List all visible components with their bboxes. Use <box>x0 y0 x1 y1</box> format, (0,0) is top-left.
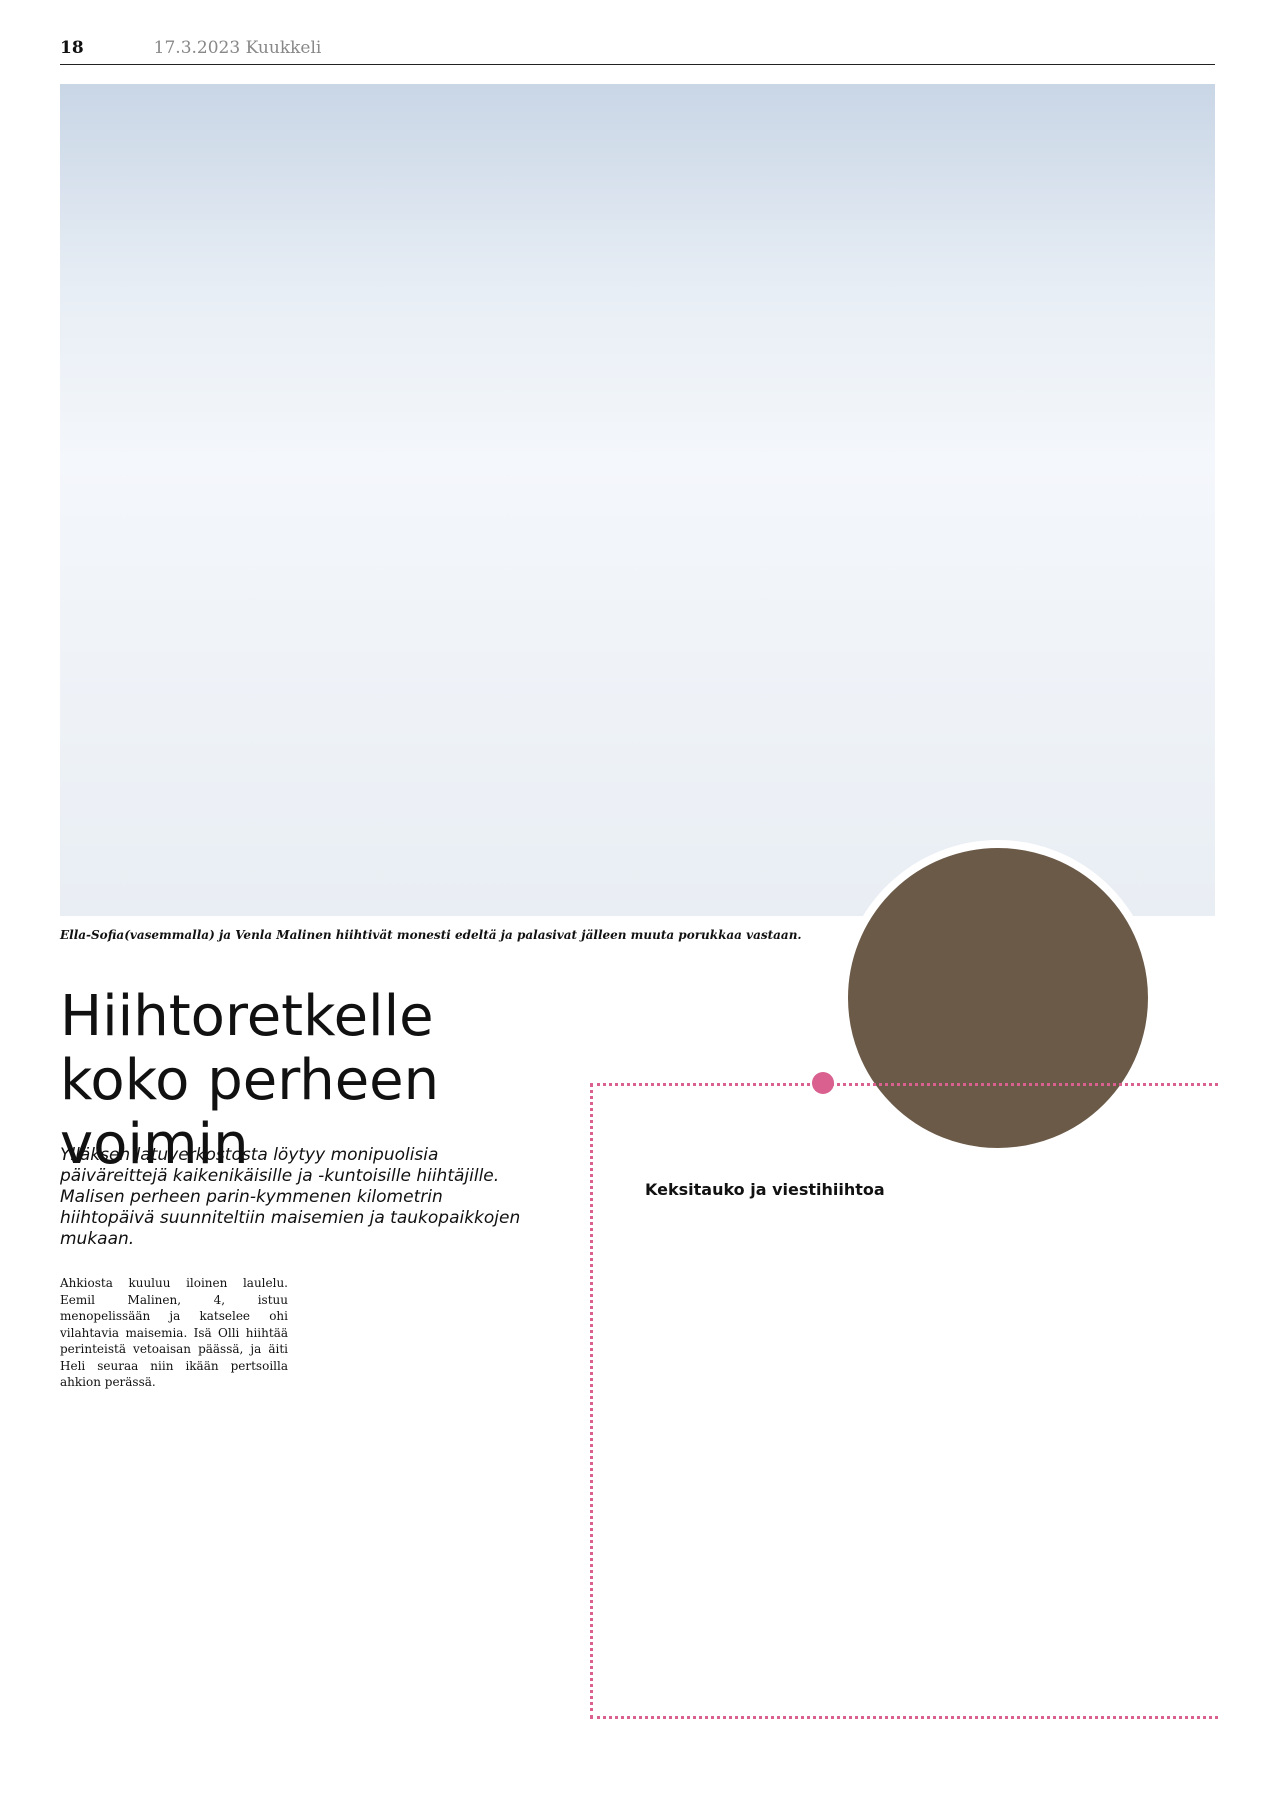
page-number: 18 <box>60 38 84 58</box>
article-column-1: Ahkiosta kuuluu iloinen laulelu. Eemil M… <box>60 1276 288 1389</box>
page-header: 18 17.3.2023 Kuukkeli <box>60 38 1215 65</box>
photo-caption: Ella-Sofia(vasemmalla) ja Venla Malinen … <box>60 928 802 942</box>
dotted-frame <box>590 1083 1218 1719</box>
lead-paragraph: Ylläksen latuverkostosta löytyy monipuol… <box>60 1145 521 1249</box>
subheading: Keksitauko ja viestihiihtoa <box>645 1180 885 1199</box>
issue-date: 17.3.2023 Kuukkeli <box>153 38 322 58</box>
page: 18 17.3.2023 Kuukkeli Ella-Sofia(vasemmal… <box>0 0 1268 1811</box>
pink-dot <box>812 1072 834 1094</box>
main-photo <box>60 84 1215 916</box>
